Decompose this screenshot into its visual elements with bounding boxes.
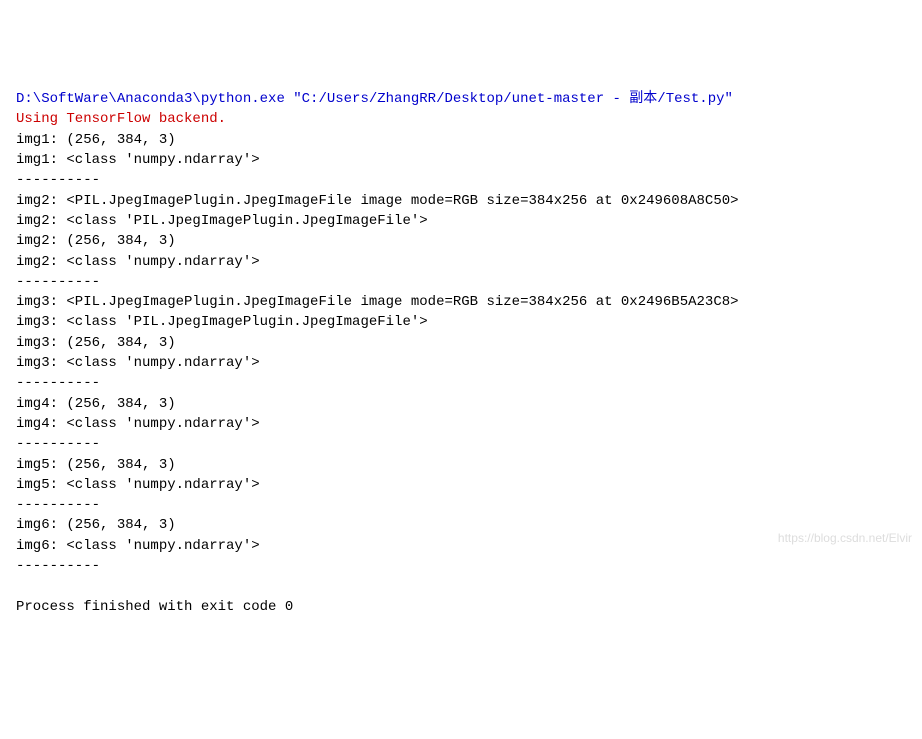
output-line: img4: <class 'numpy.ndarray'> <box>16 416 260 432</box>
output-line: img5: (256, 384, 3) <box>16 457 176 473</box>
output-line: img3: (256, 384, 3) <box>16 335 176 351</box>
output-line: ---------- <box>16 274 100 290</box>
command-line: D:\SoftWare\Anaconda3\python.exe "C:/Use… <box>16 91 733 107</box>
output-line: ---------- <box>16 375 100 391</box>
output-line: ---------- <box>16 172 100 188</box>
output-line: img3: <class 'numpy.ndarray'> <box>16 355 260 371</box>
output-line: img2: <class 'numpy.ndarray'> <box>16 254 260 270</box>
output-line: img2: <class 'PIL.JpegImagePlugin.JpegIm… <box>16 213 428 229</box>
output-line: img1: <class 'numpy.ndarray'> <box>16 152 260 168</box>
output-line: ---------- <box>16 497 100 513</box>
output-line: img3: <class 'PIL.JpegImagePlugin.JpegIm… <box>16 314 428 330</box>
output-line: ---------- <box>16 558 100 574</box>
output-line: img3: <PIL.JpegImagePlugin.JpegImageFile… <box>16 294 739 310</box>
output-line: ---------- <box>16 436 100 452</box>
warning-line: Using TensorFlow backend. <box>16 111 226 127</box>
output-line: img2: <PIL.JpegImagePlugin.JpegImageFile… <box>16 193 739 209</box>
output-line: img1: (256, 384, 3) <box>16 132 176 148</box>
exit-line: Process finished with exit code 0 <box>16 599 293 615</box>
console-output: D:\SoftWare\Anaconda3\python.exe "C:/Use… <box>16 89 906 617</box>
output-line: img2: (256, 384, 3) <box>16 233 176 249</box>
output-line: img6: (256, 384, 3) <box>16 517 176 533</box>
output-line: img4: (256, 384, 3) <box>16 396 176 412</box>
output-line: img5: <class 'numpy.ndarray'> <box>16 477 260 493</box>
output-line: img6: <class 'numpy.ndarray'> <box>16 538 260 554</box>
